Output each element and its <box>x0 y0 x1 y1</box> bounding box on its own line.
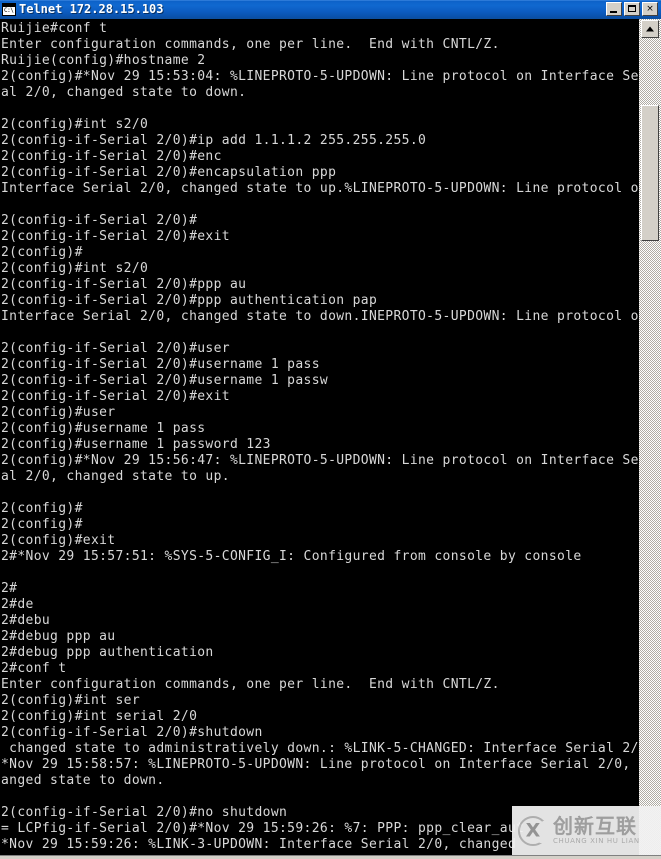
console-line: 2(config)#int ser <box>1 693 141 708</box>
console-line: 2(config)# <box>1 501 83 516</box>
window-controls: × <box>606 2 658 16</box>
console-line: 2#debug ppp au <box>1 629 116 644</box>
console-line: 2(config)#int s2/0 <box>1 117 149 132</box>
title-bar[interactable]: C:\ Telnet 172.28.15.103 × <box>0 0 661 19</box>
console-line: 2(config-if-Serial 2/0)#ppp au <box>1 277 247 292</box>
console-line: 2# <box>1 581 18 596</box>
console-line: Interface Serial 2/0, changed state to d… <box>1 309 638 324</box>
console-output-area[interactable]: Ruijie#conf t Enter configuration command… <box>0 19 638 859</box>
window-bottom-edge <box>0 855 661 859</box>
console-line: 2#conf t <box>1 661 67 676</box>
circle-x-logo-icon: X <box>518 815 552 846</box>
console-line: 2#de <box>1 597 34 612</box>
scroll-up-arrow-icon[interactable] <box>641 20 659 38</box>
console-line: 2#debug ppp authentication <box>1 645 214 660</box>
close-icon: × <box>646 4 654 14</box>
console-line: 2(config)#int s2/0 <box>1 261 149 276</box>
console-line: 2(config-if-Serial 2/0)#ip add 1.1.1.2 2… <box>1 133 427 148</box>
console-line: changed state to administratively down.:… <box>1 741 638 756</box>
console-line: 2(config-if-Serial 2/0)# <box>1 213 198 228</box>
window-title: Telnet 172.28.15.103 <box>19 2 164 16</box>
console-line: 2(config)#user <box>1 405 116 420</box>
console-line: 2(config)#exit <box>1 533 116 548</box>
console-line: 2(config-if-Serial 2/0)#user <box>1 341 230 356</box>
console-line: 2(config)#*Nov 29 15:56:47: %LINEPROTO-5… <box>1 453 638 468</box>
console-line: al 2/0, changed state to up. <box>1 469 230 484</box>
watermark-pinyin: CHUANG XIN HU LIAN <box>553 837 640 845</box>
console-line: 2#*Nov 29 15:57:51: %SYS-5-CONFIG_I: Con… <box>1 549 582 564</box>
console-line: Interface Serial 2/0, changed state to u… <box>1 181 638 196</box>
console-line: 2(config-if-Serial 2/0)#ppp authenticati… <box>1 293 378 308</box>
console-line: 2#debu <box>1 613 51 628</box>
console-line: Enter configuration commands, one per li… <box>1 37 500 52</box>
telnet-window: C:\ Telnet 172.28.15.103 × Ruijie#conf t… <box>0 0 661 859</box>
console-line: 2(config-if-Serial 2/0)#exit <box>1 229 230 244</box>
console-line: 2(config)# <box>1 245 83 260</box>
console-line: 2(config-if-Serial 2/0)#username 1 passw <box>1 373 329 388</box>
title-bar-highlight <box>0 0 661 1</box>
watermark-text: 创新互联 CHUANG XIN HU LIAN <box>553 815 640 846</box>
console-line: Ruijie#conf t <box>1 21 108 36</box>
console-line: anged state to down. <box>1 773 165 788</box>
vertical-scrollbar[interactable] <box>638 19 661 859</box>
console-line: 2(config)# <box>1 517 83 532</box>
console-line: 2(config-if-Serial 2/0)#enc <box>1 149 222 164</box>
watermark: X 创新互联 CHUANG XIN HU LIAN <box>512 806 661 855</box>
console-line: 2(config-if-Serial 2/0)#shutdown <box>1 725 263 740</box>
minimize-button[interactable] <box>606 2 622 16</box>
console-icon: C:\ <box>2 3 16 16</box>
console-line: Ruijie(config)#hostname 2 <box>1 53 206 68</box>
console-line: al 2/0, changed state to down. <box>1 85 247 100</box>
console-line: 2(config)#username 1 pass <box>1 421 206 436</box>
console-line: *Nov 29 15:58:57: %LINEPROTO-5-UPDOWN: L… <box>1 757 638 772</box>
console-line: 2(config)#int serial 2/0 <box>1 709 198 724</box>
watermark-chinese: 创新互联 <box>553 814 637 838</box>
console-line: 2(config)#username 1 password 123 <box>1 437 271 452</box>
close-button[interactable]: × <box>642 2 658 16</box>
console-lines: Ruijie#conf t Enter configuration command… <box>1 21 638 853</box>
console-line: 2(config-if-Serial 2/0)#exit <box>1 389 230 404</box>
restore-button[interactable] <box>624 2 640 16</box>
console-line: 2(config-if-Serial 2/0)#username 1 pass <box>1 357 320 372</box>
console-line: 2(config)#*Nov 29 15:53:04: %LINEPROTO-5… <box>1 69 638 84</box>
scrollbar-thumb[interactable] <box>641 105 659 241</box>
console-line: 2(config-if-Serial 2/0)#encapsulation pp… <box>1 165 337 180</box>
console-line: Enter configuration commands, one per li… <box>1 677 500 692</box>
